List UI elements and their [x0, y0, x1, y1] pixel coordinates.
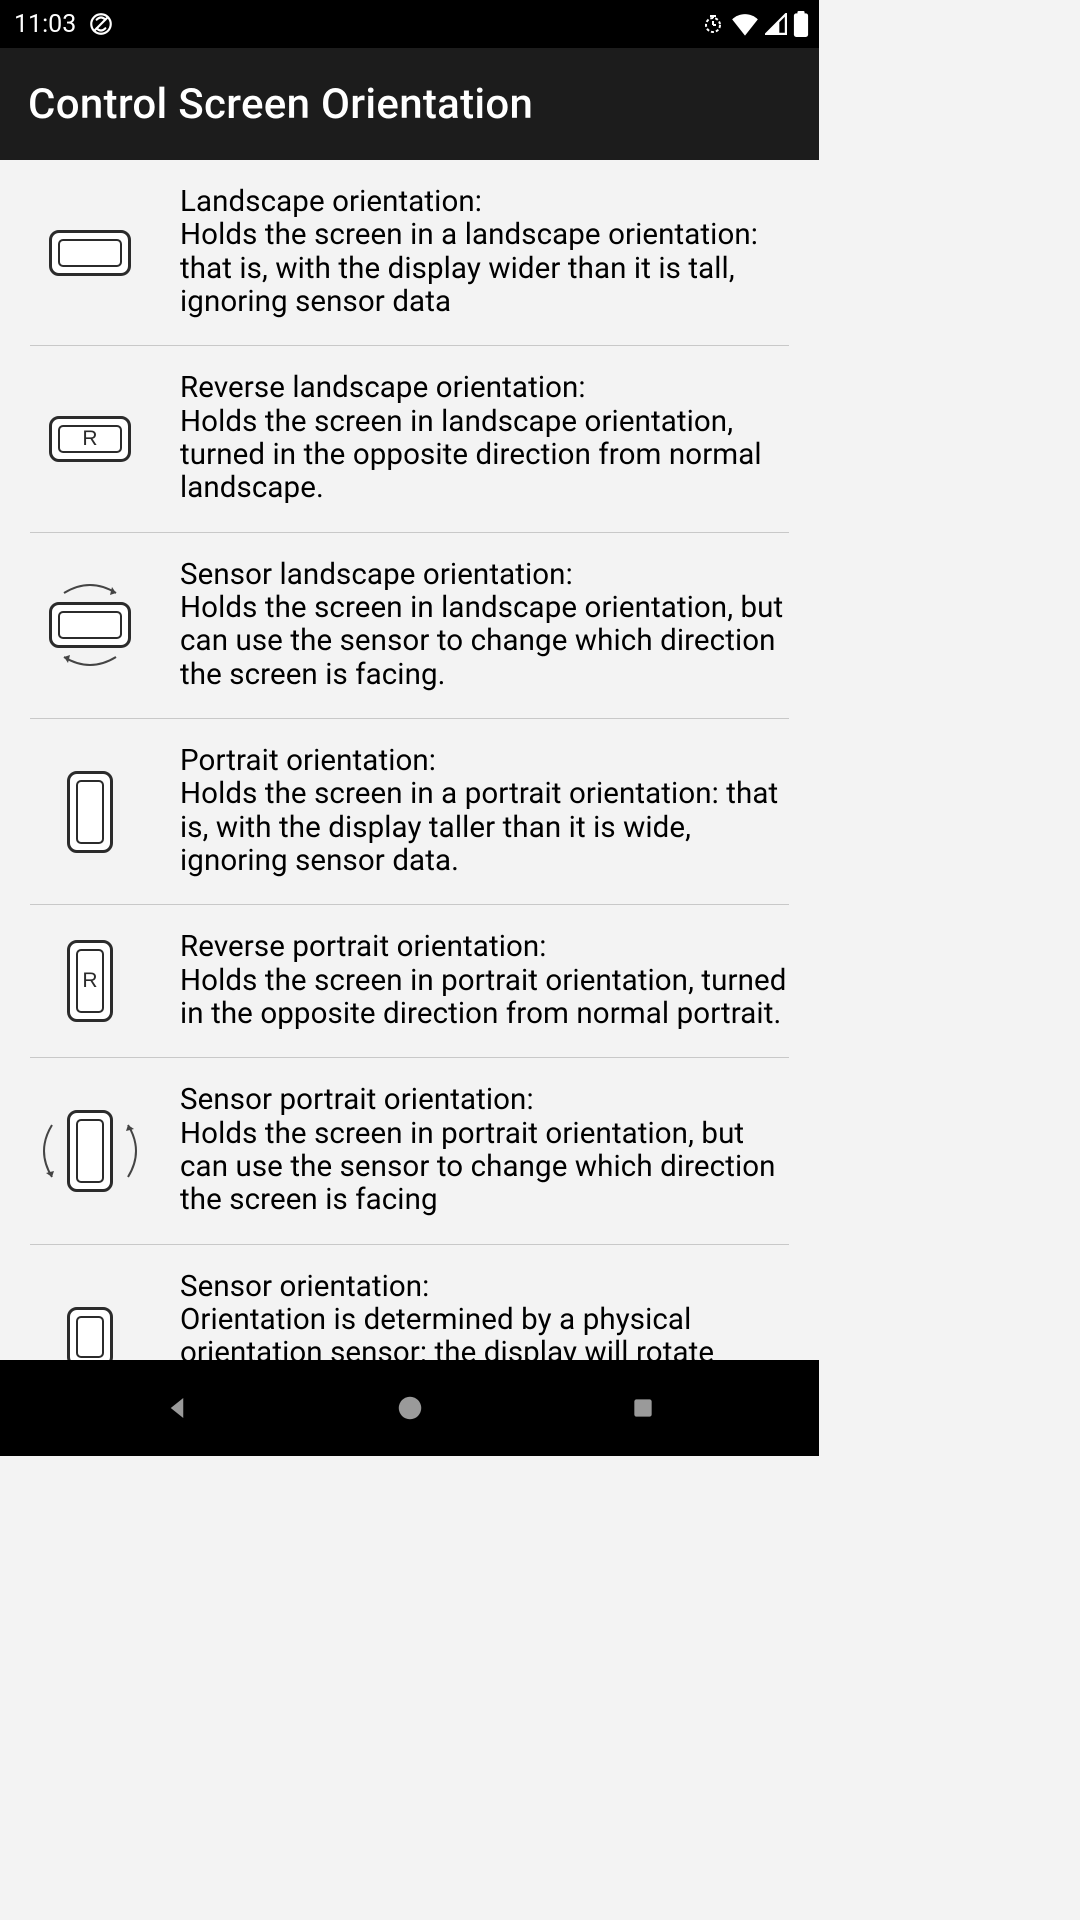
option-title: Reverse landscape orientation: — [180, 371, 586, 405]
option-sensor[interactable]: Sensor orientation: Orientation is deter… — [30, 1245, 789, 1360]
app-header: Control Screen Orientation — [0, 48, 819, 160]
reverse-landscape-icon: R — [30, 416, 150, 462]
option-title: Sensor landscape orientation: — [180, 558, 573, 592]
status-time: 11:03 — [14, 10, 76, 39]
option-desc: Holds the screen in a landscape orientat… — [180, 218, 758, 319]
option-reverse-portrait[interactable]: R Reverse portrait orientation: Holds th… — [30, 905, 789, 1058]
status-bar-right — [701, 11, 809, 37]
option-text: Landscape orientation: Holds the screen … — [180, 186, 789, 319]
orientation-list: Landscape orientation: Holds the screen … — [0, 160, 819, 1360]
alarm-icon — [701, 12, 725, 36]
back-button[interactable] — [155, 1386, 199, 1430]
option-title: Sensor orientation: — [180, 1270, 429, 1304]
option-text: Portrait orientation: Holds the screen i… — [180, 745, 789, 878]
option-desc: Holds the screen in landscape orientatio… — [180, 405, 762, 506]
option-title: Sensor portrait orientation: — [180, 1083, 534, 1117]
cellular-icon — [765, 13, 787, 35]
auto-rotate-off-icon — [88, 11, 114, 37]
battery-icon — [793, 11, 809, 37]
option-landscape[interactable]: Landscape orientation: Holds the screen … — [30, 160, 789, 346]
option-desc: Holds the screen in portrait orientation… — [180, 1117, 776, 1218]
option-text: Sensor portrait orientation: Holds the s… — [180, 1084, 789, 1217]
option-text: Reverse portrait orientation: Holds the … — [180, 931, 789, 1031]
option-sensor-portrait[interactable]: Sensor portrait orientation: Holds the s… — [30, 1058, 789, 1244]
landscape-icon — [30, 230, 150, 276]
status-bar: 11:03 — [0, 0, 819, 48]
reverse-portrait-icon: R — [30, 940, 150, 1022]
sensor-icon — [30, 1287, 150, 1360]
option-desc: Holds the screen in landscape orientatio… — [180, 591, 783, 692]
home-button[interactable] — [388, 1386, 432, 1430]
option-desc: Holds the screen in a portrait orientati… — [180, 777, 778, 878]
page-title: Control Screen Orientation — [28, 80, 533, 129]
portrait-icon — [30, 771, 150, 853]
wifi-icon — [731, 12, 759, 36]
option-desc: Orientation is determined by a physical … — [180, 1303, 724, 1360]
option-title: Landscape orientation: — [180, 185, 482, 219]
option-portrait[interactable]: Portrait orientation: Holds the screen i… — [30, 719, 789, 905]
option-text: Sensor landscape orientation: Holds the … — [180, 559, 789, 692]
option-title: Reverse portrait orientation: — [180, 930, 547, 964]
option-sensor-landscape[interactable]: Sensor landscape orientation: Holds the … — [30, 533, 789, 719]
navigation-bar — [0, 1360, 819, 1456]
option-reverse-landscape[interactable]: R Reverse landscape orientation: Holds t… — [30, 346, 789, 532]
option-text: Sensor orientation: Orientation is deter… — [180, 1271, 789, 1360]
option-text: Reverse landscape orientation: Holds the… — [180, 372, 789, 505]
option-title: Portrait orientation: — [180, 744, 436, 778]
content-area: Landscape orientation: Holds the screen … — [0, 160, 819, 1360]
option-desc: Holds the screen in portrait orientation… — [180, 964, 786, 1031]
sensor-landscape-icon — [30, 575, 150, 675]
status-bar-left: 11:03 — [14, 10, 114, 39]
recent-apps-button[interactable] — [621, 1386, 665, 1430]
sensor-portrait-icon — [30, 1101, 150, 1201]
